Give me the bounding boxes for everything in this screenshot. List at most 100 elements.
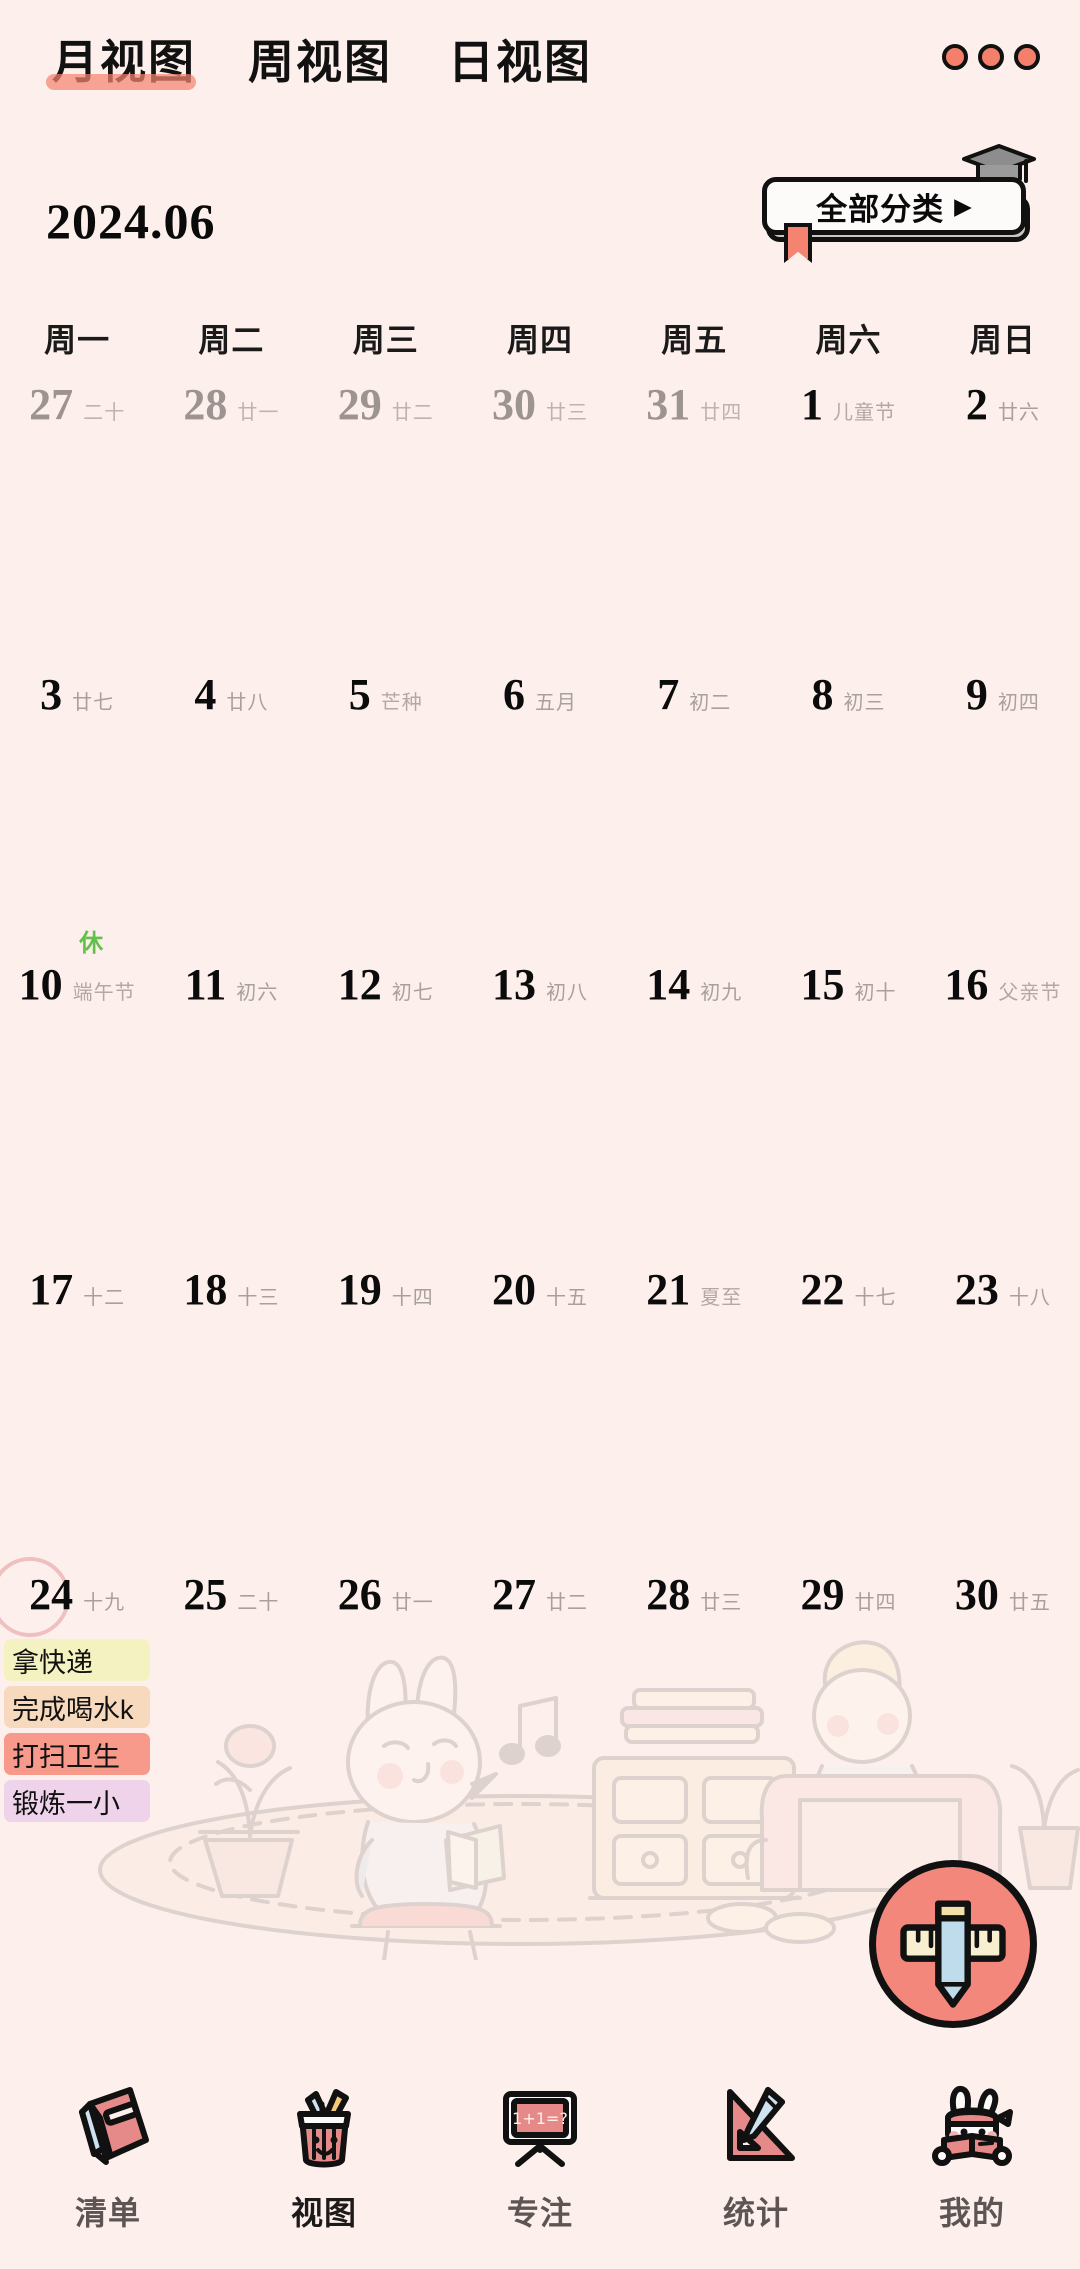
calendar-day-cell[interactable]: 6 五月 <box>463 673 617 963</box>
add-task-button[interactable] <box>869 1860 1037 2028</box>
calendar-day-cell[interactable]: 1 儿童节 <box>771 383 925 673</box>
bottom-nav-label: 统计 <box>722 2195 789 2231</box>
bottom-nav-label: 清单 <box>74 2195 141 2231</box>
festival-label: 父亲节 <box>998 982 1062 1004</box>
calendar-day-cell[interactable]: 3 廿七 <box>0 673 154 963</box>
bottom-nav-item-视图[interactable]: 视图 <box>216 2058 432 2269</box>
notebook-icon <box>60 2078 156 2174</box>
weekday-header-3: 周四 <box>506 322 573 358</box>
day-number: 2 <box>965 380 988 429</box>
pencil-ruler-plus-icon <box>900 1900 1006 2008</box>
day-number: 23 <box>954 1265 999 1314</box>
day-number-group: 25 二十 <box>154 1573 308 1617</box>
calendar-day-cell[interactable]: 25 二十 <box>154 1573 308 2043</box>
lunar-date-label: 十九 <box>83 1592 126 1614</box>
day-number-group: 18 十三 <box>154 1268 308 1312</box>
calendar-day-cell[interactable]: 26 廿一 <box>309 1573 463 2043</box>
day-number-group: 5 芒种 <box>309 673 463 717</box>
weekday-header-4: 周五 <box>661 322 728 358</box>
calendar-day-cell[interactable]: 4 廿八 <box>154 673 308 963</box>
calendar-day-cell[interactable]: 19 十四 <box>309 1268 463 1573</box>
day-number: 13 <box>491 960 536 1009</box>
day-number-group: 22 十七 <box>771 1268 925 1312</box>
svg-text:1+1=?: 1+1=? <box>512 2109 568 2128</box>
calendar-day-cell[interactable]: 29 廿二 <box>309 383 463 673</box>
day-number: 7 <box>657 670 680 719</box>
calendar-day-cell[interactable]: 20 十五 <box>463 1268 617 1573</box>
task-chip[interactable]: 锻炼一小 <box>4 1780 150 1822</box>
calendar-month-grid[interactable]: 27 二十 28 廿一 29 廿二 30 廿三 31 廿四 1 儿童节 2 廿六 3 廿七 4 廿八 5 芒种 6 五月 7… <box>0 383 1080 2043</box>
calendar-day-cell[interactable]: 9 初四 <box>926 673 1080 963</box>
calendar-day-cell[interactable]: 27 二十 <box>0 383 154 673</box>
bottom-nav-label: 视图 <box>290 2195 357 2231</box>
lunar-date-label: 十四 <box>391 1287 434 1309</box>
lunar-date-label: 十五 <box>545 1287 588 1309</box>
day-number-group: 31 廿四 <box>617 383 771 427</box>
day-number: 16 <box>944 960 989 1009</box>
lunar-date-label: 十二 <box>83 1287 126 1309</box>
category-filter-button[interactable]: 全部分类 ▶ <box>762 144 1036 263</box>
lunar-date-label: 初九 <box>700 982 743 1004</box>
day-number-group: 7 初二 <box>617 673 771 717</box>
day-number: 28 <box>183 380 228 429</box>
day-number-group: 13 初八 <box>463 963 617 1007</box>
tab-day-view[interactable]: 日视图 <box>448 26 592 92</box>
lunar-date-label: 二十 <box>237 1592 280 1614</box>
calendar-day-cell[interactable]: 8 初三 <box>771 673 925 963</box>
calendar-day-cell[interactable]: 14 初九 <box>617 963 771 1268</box>
calendar-day-cell[interactable]: 31 廿四 <box>617 383 771 673</box>
calendar-week-row: 17 十二 18 十三 19 十四 20 十五 21 夏至 22 十七 23 十八 <box>0 1268 1080 1573</box>
three-dots-menu-button[interactable] <box>942 44 1040 70</box>
day-number: 15 <box>800 960 845 1009</box>
calendar-day-cell[interactable]: 28 廿一 <box>154 383 308 673</box>
day-number: 30 <box>954 1570 999 1619</box>
tab-week-view[interactable]: 周视图 <box>248 26 392 92</box>
calendar-day-cell[interactable]: 17 十二 <box>0 1268 154 1573</box>
task-chip[interactable]: 拿快递 <box>4 1639 150 1681</box>
lunar-date-label: 廿二 <box>545 1592 588 1614</box>
calendar-day-cell[interactable]: 22 十七 <box>771 1268 925 1573</box>
calendar-day-cell[interactable]: 28 廿三 <box>617 1573 771 2043</box>
festival-label: 芒种 <box>380 692 423 714</box>
bottom-nav-item-清单[interactable]: 清单 <box>0 2058 216 2269</box>
bunny-reading-icon <box>924 2078 1020 2174</box>
bottom-nav-item-统计[interactable]: 统计 <box>648 2058 864 2269</box>
calendar-day-cell[interactable]: 24 十九 拿快递 完成喝水k 打扫卫生 锻炼一小 <box>0 1557 154 2043</box>
calendar-day-cell[interactable]: 15 初十 <box>771 963 925 1268</box>
lunar-date-label: 廿七 <box>72 692 115 714</box>
day-number-group: 30 廿三 <box>463 383 617 427</box>
calendar-day-cell[interactable]: 12 初七 <box>309 963 463 1268</box>
lunar-date-label: 十七 <box>854 1287 897 1309</box>
bottom-nav-item-专注[interactable]: 1+1=? 专注 <box>432 2058 648 2269</box>
calendar-day-cell[interactable]: 13 初八 <box>463 963 617 1268</box>
month-label: 2024.06 <box>46 193 216 249</box>
task-chip[interactable]: 完成喝水k <box>4 1686 150 1728</box>
calendar-day-cell[interactable]: 16 父亲节 <box>926 963 1080 1268</box>
day-number: 28 <box>646 1570 691 1619</box>
calendar-day-cell[interactable]: 23 十八 <box>926 1268 1080 1573</box>
bottom-nav-item-我的[interactable]: 我的 <box>864 2058 1080 2269</box>
day-number: 18 <box>183 1265 228 1314</box>
calendar-day-cell[interactable]: 5 芒种 <box>309 673 463 963</box>
day-number-group: 16 父亲节 <box>926 963 1080 1007</box>
day-number: 17 <box>29 1265 74 1314</box>
calendar-day-cell[interactable]: 27 廿二 <box>463 1573 617 2043</box>
calendar-day-cell[interactable]: 2 廿六 <box>926 383 1080 673</box>
day-number: 4 <box>194 670 217 719</box>
bookmark-ribbon-icon <box>784 223 812 263</box>
festival-label: 夏至 <box>700 1287 743 1309</box>
lunar-date-label: 初三 <box>843 692 886 714</box>
calendar-day-cell[interactable]: 7 初二 <box>617 673 771 963</box>
calendar-day-cell[interactable]: 21 夏至 <box>617 1268 771 1573</box>
calendar-week-row: 休 10 端午节 11 初六 12 初七 13 初八 14 初九 15 初十 16 父亲节 <box>0 930 1080 1268</box>
task-chip[interactable]: 打扫卫生 <box>4 1733 150 1775</box>
ruler-pencil-icon <box>708 2078 804 2174</box>
day-number-group: 27 廿二 <box>463 1573 617 1617</box>
menu-dot-icon <box>1014 44 1040 70</box>
calendar-day-cell[interactable]: 30 廿三 <box>463 383 617 673</box>
day-number-group: 1 儿童节 <box>771 383 925 427</box>
lunar-date-label: 廿四 <box>854 1592 897 1614</box>
calendar-day-cell[interactable]: 11 初六 <box>154 963 308 1268</box>
calendar-day-cell[interactable]: 18 十三 <box>154 1268 308 1573</box>
calendar-day-cell[interactable]: 休 10 端午节 <box>0 930 154 1268</box>
